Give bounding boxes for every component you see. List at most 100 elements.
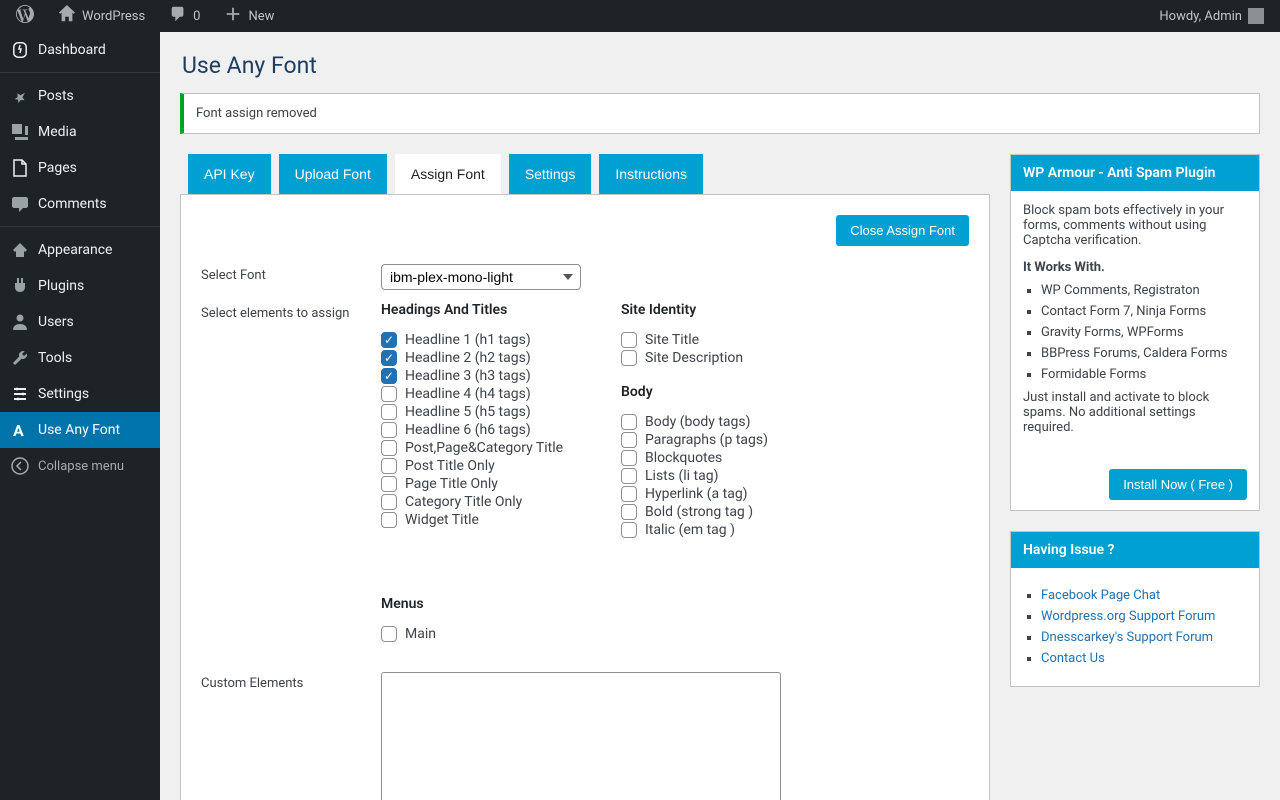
- checkbox-row[interactable]: Headline 2 (h2 tags): [381, 350, 581, 366]
- checkbox-row[interactable]: Headline 5 (h5 tags): [381, 404, 581, 420]
- sidebar-item-label: Plugins: [38, 278, 84, 294]
- checkbox[interactable]: [621, 432, 637, 448]
- sidebar-item-media[interactable]: Media: [0, 114, 160, 150]
- tab-assign-font[interactable]: Assign Font: [395, 154, 501, 194]
- checkbox-row[interactable]: Post Title Only: [381, 458, 581, 474]
- pin-icon: [10, 86, 30, 106]
- checkbox-row[interactable]: Headline 3 (h3 tags): [381, 368, 581, 384]
- checkbox[interactable]: [621, 332, 637, 348]
- checkbox[interactable]: [381, 626, 397, 642]
- checkbox[interactable]: [621, 522, 637, 538]
- list-item: Contact Form 7, Ninja Forms: [1041, 304, 1247, 319]
- success-notice: Font assign removed: [180, 93, 1260, 134]
- group-menus: MenusMain: [381, 596, 969, 642]
- close-assign-font-button[interactable]: Close Assign Font: [836, 215, 969, 246]
- tab-upload-font[interactable]: Upload Font: [279, 154, 387, 194]
- checkbox[interactable]: [381, 368, 397, 384]
- checkbox[interactable]: [621, 468, 637, 484]
- checkbox[interactable]: [621, 350, 637, 366]
- group-title: Headings And Titles: [381, 302, 581, 318]
- checkbox[interactable]: [381, 350, 397, 366]
- checkbox[interactable]: [381, 476, 397, 492]
- checkbox[interactable]: [381, 422, 397, 438]
- checkbox-row[interactable]: Category Title Only: [381, 494, 581, 510]
- having-issue-title: Having Issue ?: [1011, 532, 1259, 568]
- sidebar-item-comments[interactable]: Comments: [0, 186, 160, 222]
- sidebar-item-plugins[interactable]: Plugins: [0, 268, 160, 304]
- account-menu[interactable]: Howdy, Admin: [1151, 0, 1272, 32]
- list-item: Dnesscarkey's Support Forum: [1041, 630, 1247, 645]
- checkbox-row[interactable]: Blockquotes: [621, 450, 821, 466]
- wp-logo-menu[interactable]: [8, 0, 42, 32]
- support-link[interactable]: Facebook Page Chat: [1041, 588, 1160, 603]
- new-label: New: [248, 9, 274, 24]
- new-content-menu[interactable]: New: [216, 0, 282, 32]
- sidebar-item-settings[interactable]: Settings: [0, 376, 160, 412]
- checkbox[interactable]: [621, 450, 637, 466]
- checkbox-label: Headline 3 (h3 tags): [405, 368, 531, 384]
- home-icon: [58, 5, 76, 27]
- select-font-dropdown[interactable]: ibm-plex-mono-light: [381, 264, 581, 290]
- checkbox[interactable]: [381, 512, 397, 528]
- checkbox-row[interactable]: Headline 4 (h4 tags): [381, 386, 581, 402]
- checkbox-row[interactable]: Paragraphs (p tags): [621, 432, 821, 448]
- sidebar-item-appearance[interactable]: Appearance: [0, 232, 160, 268]
- checkbox[interactable]: [621, 504, 637, 520]
- support-link[interactable]: Dnesscarkey's Support Forum: [1041, 630, 1213, 645]
- checkbox-row[interactable]: Italic (em tag ): [621, 522, 821, 538]
- checkbox[interactable]: [381, 458, 397, 474]
- checkbox-row[interactable]: Bold (strong tag ): [621, 504, 821, 520]
- checkbox-row[interactable]: Site Title: [621, 332, 821, 348]
- collapse-label: Collapse menu: [38, 459, 124, 474]
- wp-armour-outro: Just install and activate to block spams…: [1023, 390, 1247, 435]
- checkbox[interactable]: [381, 332, 397, 348]
- checkbox[interactable]: [381, 440, 397, 456]
- collapse-menu-button[interactable]: Collapse menu: [0, 448, 160, 484]
- checkbox[interactable]: [381, 404, 397, 420]
- custom-elements-textarea[interactable]: [381, 672, 781, 800]
- checkbox-row[interactable]: Headline 1 (h1 tags): [381, 332, 581, 348]
- sidebar-item-posts[interactable]: Posts: [0, 78, 160, 114]
- list-item: Wordpress.org Support Forum: [1041, 609, 1247, 624]
- page-title: Use Any Font: [182, 52, 1260, 79]
- sidebar-item-label: Dashboard: [38, 42, 106, 58]
- checkbox-label: Paragraphs (p tags): [645, 432, 768, 448]
- install-now-button[interactable]: Install Now ( Free ): [1109, 469, 1247, 500]
- tab-settings[interactable]: Settings: [509, 154, 592, 194]
- checkbox[interactable]: [381, 386, 397, 402]
- checkbox-label: Category Title Only: [405, 494, 522, 510]
- sidebar-item-pages[interactable]: Pages: [0, 150, 160, 186]
- sidebar-item-users[interactable]: Users: [0, 304, 160, 340]
- checkbox-row[interactable]: Body (body tags): [621, 414, 821, 430]
- checkbox-label: Headline 1 (h1 tags): [405, 332, 531, 348]
- checkbox-label: Body (body tags): [645, 414, 751, 430]
- collapse-icon: [10, 456, 30, 476]
- site-name-menu[interactable]: WordPress: [50, 0, 153, 32]
- wp-armour-title: WP Armour - Anti Spam Plugin: [1011, 155, 1259, 191]
- checkbox-row[interactable]: Page Title Only: [381, 476, 581, 492]
- checkbox-row[interactable]: Widget Title: [381, 512, 581, 528]
- checkbox-row[interactable]: Post,Page&Category Title: [381, 440, 581, 456]
- wp-armour-intro: Block spam bots effectively in your form…: [1023, 203, 1247, 248]
- list-item: Formidable Forms: [1041, 367, 1247, 382]
- checkbox-row[interactable]: Headline 6 (h6 tags): [381, 422, 581, 438]
- comments-menu[interactable]: 0: [161, 0, 208, 32]
- sidebar-item-label: Tools: [38, 350, 72, 366]
- plugin-icon: [10, 276, 30, 296]
- tab-instructions[interactable]: Instructions: [599, 154, 703, 194]
- tab-api-key[interactable]: API Key: [188, 154, 271, 194]
- sidebar-item-label: Pages: [38, 160, 77, 176]
- sidebar-item-use-any-font[interactable]: AUse Any Font: [0, 412, 160, 448]
- checkbox[interactable]: [381, 494, 397, 510]
- checkbox-row[interactable]: Main: [381, 626, 969, 642]
- checkbox-row[interactable]: Lists (li tag): [621, 468, 821, 484]
- support-link[interactable]: Wordpress.org Support Forum: [1041, 609, 1215, 624]
- checkbox-row[interactable]: Hyperlink (a tag): [621, 486, 821, 502]
- sidebar-item-dashboard[interactable]: Dashboard: [0, 32, 160, 68]
- checkbox[interactable]: [621, 486, 637, 502]
- support-link[interactable]: Contact Us: [1041, 651, 1105, 666]
- sidebar-item-tools[interactable]: Tools: [0, 340, 160, 376]
- checkbox-row[interactable]: Site Description: [621, 350, 821, 366]
- sidebar-item-label: Settings: [38, 386, 89, 402]
- checkbox[interactable]: [621, 414, 637, 430]
